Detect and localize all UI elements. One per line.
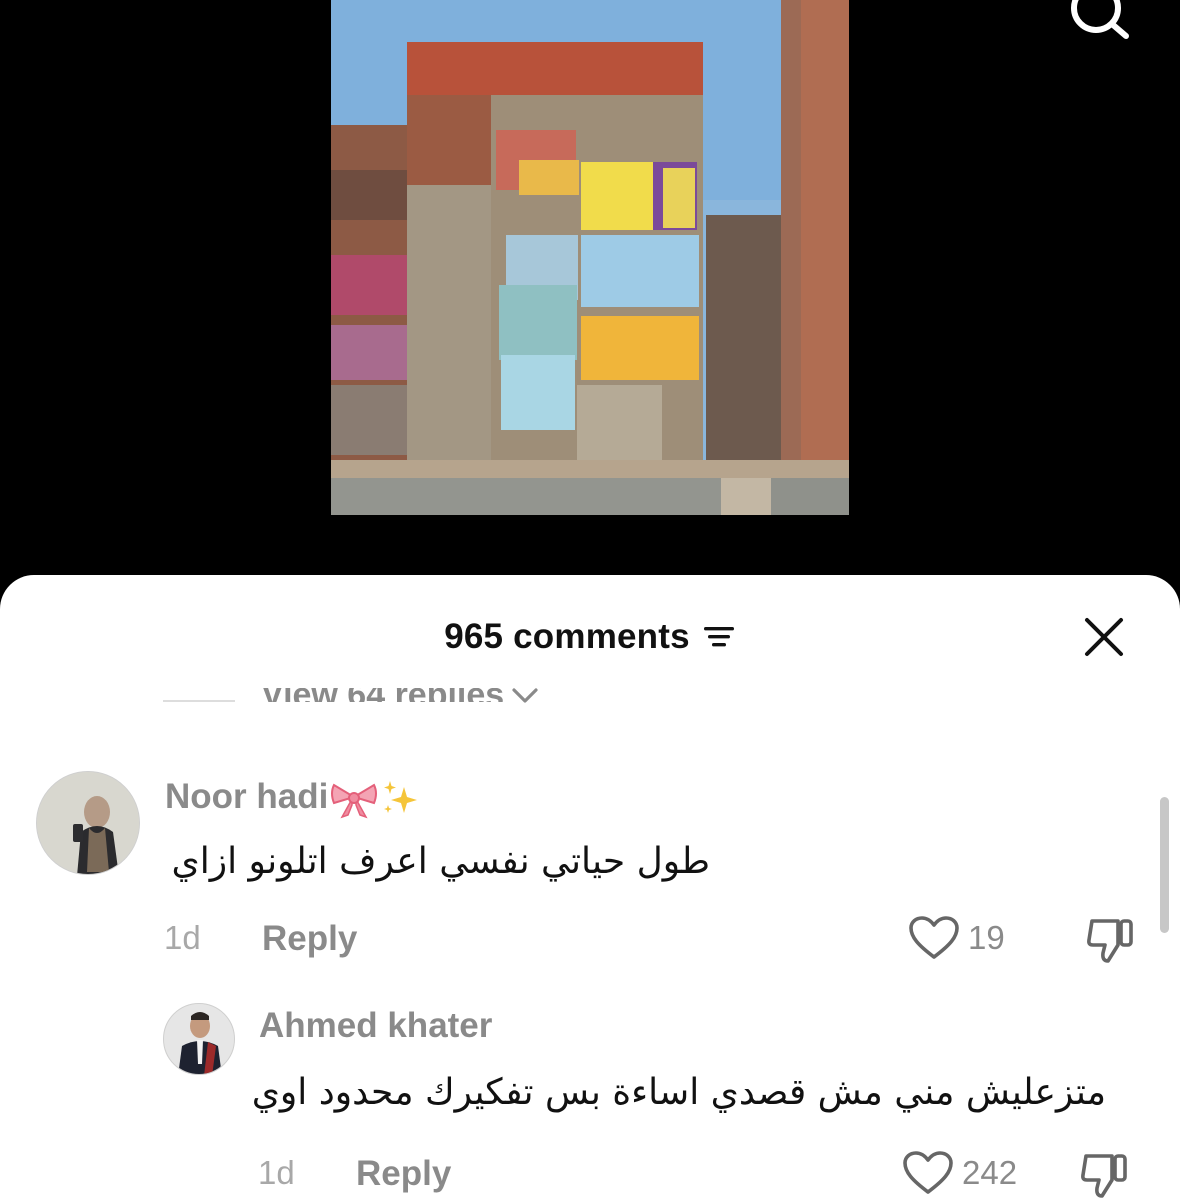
heart-icon xyxy=(903,1151,953,1194)
dislike-button[interactable] xyxy=(1078,1150,1130,1200)
view-replies-row[interactable]: View 64 replies xyxy=(163,683,540,719)
thumbs-down-icon xyxy=(1081,1154,1127,1198)
thumbs-down-icon xyxy=(1087,919,1133,963)
filter-button[interactable] xyxy=(702,622,736,652)
comment-author[interactable]: Noor hadi xyxy=(165,777,422,819)
comments-sheet: 965 comments View 64 replies xyxy=(0,575,1180,1200)
like-button[interactable]: 242 xyxy=(902,1150,1017,1196)
filter-icon xyxy=(703,627,734,647)
replies-divider xyxy=(163,700,235,702)
reply-item: Ahmed khater متزعليش مني مش قصدي اساءة ب… xyxy=(0,1000,1180,1200)
author-name: Noor hadi xyxy=(165,777,329,816)
avatar[interactable] xyxy=(163,1003,235,1075)
comment-item: Noor hadi طول حياتي نفسي اعرف اتلونو ازا… xyxy=(0,765,1180,965)
comment-text: طول حياتي نفسي اعرف اتلونو ازاي xyxy=(171,841,710,882)
comment-count-label: 965 comments xyxy=(444,617,690,656)
search-icon xyxy=(1071,0,1129,39)
comments-header: 965 comments xyxy=(0,575,1180,685)
view-replies-label: View 64 replies xyxy=(261,688,504,702)
comment-text: متزعليش مني مش قصدي اساءة بس تفكيرك محدو… xyxy=(251,1072,1106,1113)
close-button[interactable] xyxy=(1082,615,1126,659)
avatar[interactable] xyxy=(36,771,140,875)
dislike-button[interactable] xyxy=(1084,915,1136,970)
comment-author[interactable]: Ahmed khater xyxy=(259,1006,492,1046)
like-count: 19 xyxy=(968,919,1005,956)
like-button[interactable]: 19 xyxy=(908,915,1005,961)
close-icon xyxy=(1085,618,1123,656)
video-player[interactable] xyxy=(0,0,1180,600)
reply-button[interactable]: Reply xyxy=(262,919,357,959)
chevron-down-icon xyxy=(512,688,538,703)
heart-icon xyxy=(909,916,959,959)
like-count: 242 xyxy=(962,1154,1018,1191)
author-name: Ahmed khater xyxy=(259,1006,493,1045)
reply-button[interactable]: Reply xyxy=(356,1154,451,1194)
ribbon-icon xyxy=(330,779,378,819)
comment-timestamp: 1d xyxy=(258,1154,295,1191)
search-button[interactable] xyxy=(1062,0,1132,40)
scrollbar[interactable] xyxy=(1160,797,1169,933)
sparkles-icon xyxy=(380,779,422,819)
comment-timestamp: 1d xyxy=(164,919,201,956)
video-frame xyxy=(331,0,849,515)
comment-count: 965 comments xyxy=(0,617,1180,657)
building-image xyxy=(331,0,849,515)
